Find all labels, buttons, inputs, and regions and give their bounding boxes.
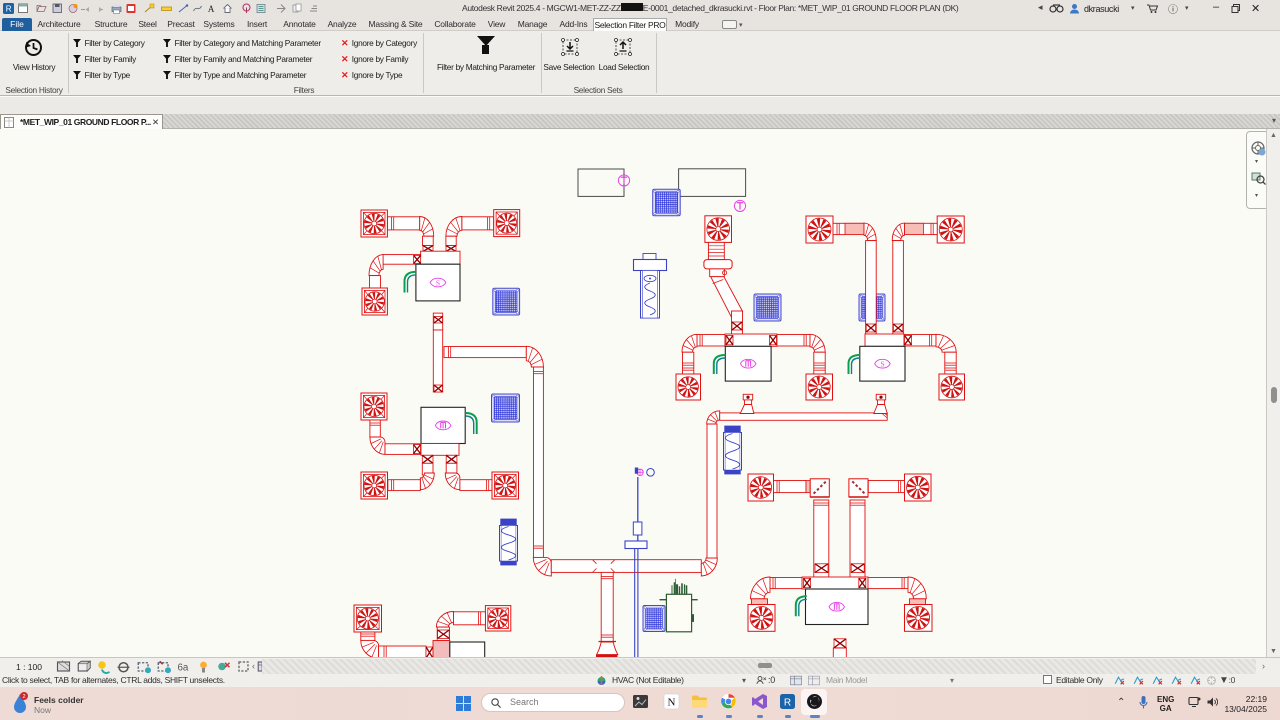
svg-text:S: S	[436, 278, 440, 287]
svg-text:R: R	[6, 4, 12, 13]
svg-text:6a: 6a	[178, 662, 189, 673]
svg-text:2: 2	[22, 694, 25, 700]
svg-text:N: N	[668, 697, 676, 709]
svg-text:R: R	[784, 698, 791, 709]
svg-text:S: S	[880, 360, 884, 369]
svg-text:A: A	[208, 4, 215, 14]
